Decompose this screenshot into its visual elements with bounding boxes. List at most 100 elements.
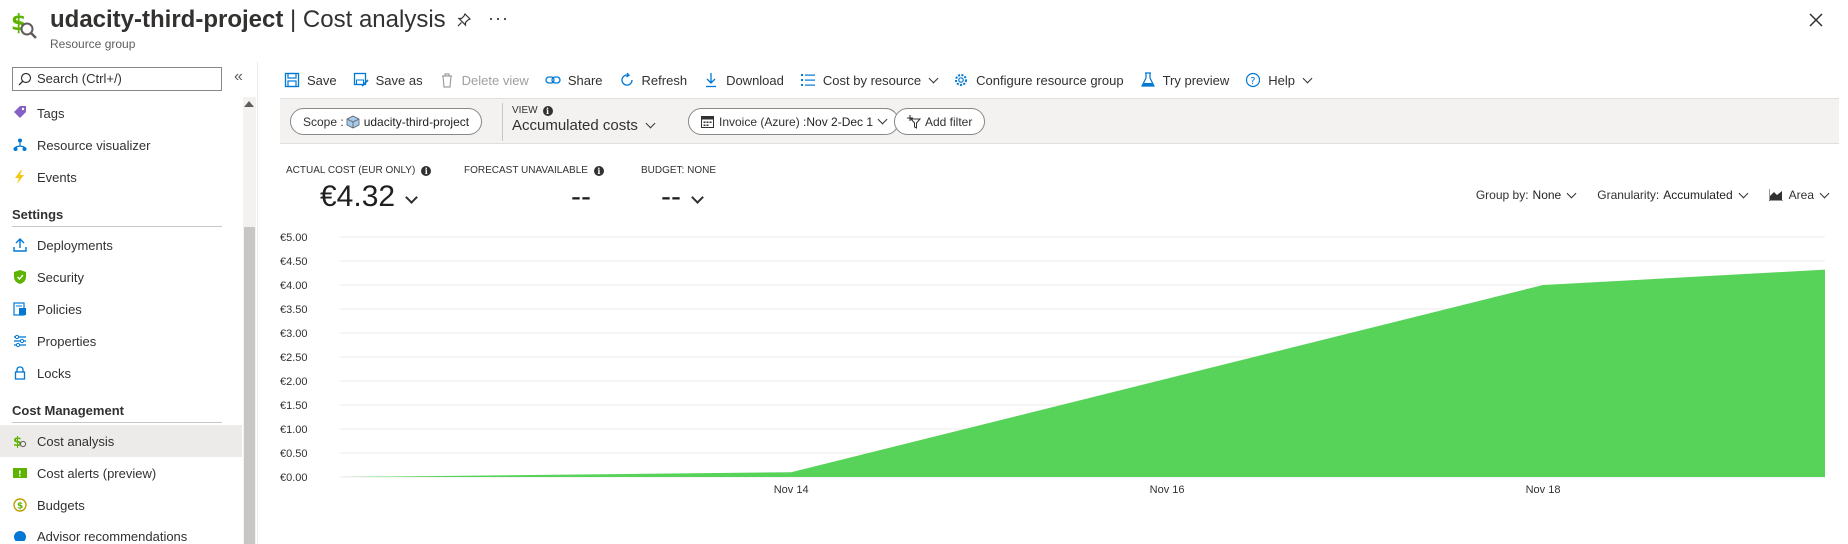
sidebar-item-deployments[interactable]: Deployments [0, 229, 242, 261]
scope-value: udacity-third-project [363, 114, 470, 129]
scope-label: Scope : [303, 114, 344, 129]
sidebar-item-locks[interactable]: Locks [0, 357, 242, 389]
cost-analysis-icon: $ [12, 433, 28, 449]
chevron-down-icon [1819, 188, 1830, 198]
try-preview-button[interactable]: Try preview [1140, 72, 1230, 88]
cost-by-resource-dropdown[interactable]: Cost by resource [800, 72, 939, 88]
chevron-down-icon [928, 73, 939, 83]
group-by-dropdown[interactable]: Group by: None [1475, 188, 1577, 202]
y-tick-label: €3.50 [280, 304, 308, 316]
sidebar-item-label: Policies [37, 301, 82, 317]
lightning-icon [12, 169, 28, 185]
policy-icon [12, 301, 28, 317]
chevron-down-icon [1302, 73, 1313, 83]
sidebar-item-resource-visualizer[interactable]: Resource visualizer [0, 129, 242, 161]
delete-view-button[interactable]: Delete view [439, 72, 529, 88]
view-value: Accumulated costs [512, 117, 638, 134]
page-subtitle: Resource group [50, 37, 136, 51]
info-icon[interactable]: i [542, 105, 553, 116]
collapse-menu-icon[interactable]: « [234, 68, 243, 86]
group-by-label: Group by: [1475, 188, 1529, 202]
chart-controls: Group by: None Granularity: Accumulated … [1454, 188, 1830, 202]
sidebar-item-cost-alerts[interactable]: ! Cost alerts (preview) [0, 457, 242, 489]
search-placeholder: Search (Ctrl+/) [37, 71, 122, 86]
more-options-icon[interactable]: ··· [488, 8, 509, 29]
help-dropdown[interactable]: ? Help [1245, 72, 1313, 88]
sidebar-item-events[interactable]: Events [0, 161, 242, 193]
cost-area-chart[interactable]: €0.00 €0.50 €1.00 €1.50 €2.00 €2.50 €3.00 €3.50… [280, 220, 1848, 544]
chart-type-dropdown[interactable]: Area [1768, 188, 1830, 202]
view-label: VIEW [512, 105, 538, 116]
x-tick-label: Nov 18 [1526, 484, 1561, 496]
section-cost-management: Cost Management [0, 389, 242, 425]
add-filter-label: Add filter [925, 114, 973, 129]
page-title: udacity-third-project | Cost analysis [50, 6, 446, 34]
list-icon [800, 72, 816, 88]
menu-list: Tags Resource visualizer Events Settings… [0, 97, 242, 541]
y-tick-label: €2.00 [280, 376, 308, 388]
sidebar-item-label: Events [37, 169, 77, 185]
flask-icon [1140, 72, 1156, 88]
resource-name: udacity-third-project [50, 6, 284, 33]
chart-type-value: Area [1788, 188, 1814, 202]
download-icon [703, 72, 719, 88]
try-preview-label: Try preview [1162, 72, 1230, 88]
chevron-down-icon [1566, 188, 1577, 198]
refresh-button[interactable]: Refresh [619, 72, 687, 88]
pin-icon[interactable] [456, 12, 472, 28]
resource-menu: Search (Ctrl+/) « Tags Resource visualiz… [0, 62, 258, 544]
view-selector[interactable]: VIEW i Accumulated costs [512, 105, 656, 134]
lock-icon [12, 365, 28, 381]
sidebar-item-label: Locks [37, 365, 71, 381]
date-range-pill[interactable]: Invoice (Azure) : Nov 2-Dec 1 [688, 108, 900, 135]
menu-search-input[interactable]: Search (Ctrl+/) [12, 67, 222, 91]
configure-resource-group-button[interactable]: Configure resource group [953, 72, 1124, 88]
group-by-value: None [1532, 188, 1562, 202]
menu-scrollbar[interactable] [243, 97, 256, 544]
scroll-up-arrow-icon[interactable] [244, 101, 254, 107]
add-filter-button[interactable]: Add filter [894, 108, 986, 135]
sidebar-item-label: Security [37, 269, 84, 285]
save-as-button[interactable]: Save as [353, 72, 423, 88]
calendar-icon [701, 115, 714, 128]
sidebar-item-policies[interactable]: Policies [0, 293, 242, 325]
sidebar-item-label: Budgets [37, 497, 85, 513]
cube-icon [346, 115, 360, 129]
sidebar-item-security[interactable]: Security [0, 261, 242, 293]
filter-divider [502, 103, 503, 141]
configure-label: Configure resource group [976, 72, 1124, 88]
info-icon[interactable]: i [421, 165, 432, 176]
scope-pill[interactable]: Scope : udacity-third-project [290, 108, 483, 135]
command-bar: Save Save as Delete view Share Refresh D… [284, 66, 1327, 94]
share-button[interactable]: Share [545, 72, 603, 88]
title-separator: | [283, 6, 303, 33]
sidebar-item-tags[interactable]: Tags [0, 97, 242, 129]
sidebar-item-label: Tags [37, 105, 65, 121]
sidebar-item-label: Advisor recommendations [37, 529, 188, 541]
download-label: Download [726, 72, 784, 88]
sidebar-item-advisor[interactable]: Advisor recommendations [0, 521, 242, 541]
scroll-thumb[interactable] [244, 227, 255, 544]
gear-icon [953, 72, 969, 88]
sidebar-item-label: Deployments [37, 237, 113, 253]
sidebar-item-label: Properties [37, 333, 97, 349]
chevron-down-icon [645, 118, 656, 129]
forecast-kpi: FORECAST UNAVAILABLE i -- [464, 165, 604, 214]
y-tick-label: €2.50 [280, 352, 308, 364]
close-icon[interactable] [1806, 10, 1826, 30]
granularity-label: Granularity: [1597, 188, 1660, 202]
save-button[interactable]: Save [284, 72, 337, 88]
sidebar-item-properties[interactable]: Properties [0, 325, 242, 357]
upload-icon [12, 237, 28, 253]
tag-icon [12, 105, 28, 121]
y-tick-label: €1.00 [280, 424, 308, 436]
granularity-dropdown[interactable]: Granularity: Accumulated [1597, 188, 1749, 202]
sidebar-item-cost-analysis[interactable]: $ Cost analysis [0, 425, 242, 457]
resource-visualizer-icon [12, 137, 28, 153]
info-icon[interactable]: i [593, 165, 604, 176]
actual-cost-kpi[interactable]: ACTUAL COST (EUR ONLY) i €4.32 [286, 165, 432, 214]
budget-value: -- [661, 180, 681, 213]
sidebar-item-budgets[interactable]: $ Budgets [0, 489, 242, 521]
budget-kpi[interactable]: BUDGET: NONE -- [641, 165, 716, 214]
download-button[interactable]: Download [703, 72, 784, 88]
